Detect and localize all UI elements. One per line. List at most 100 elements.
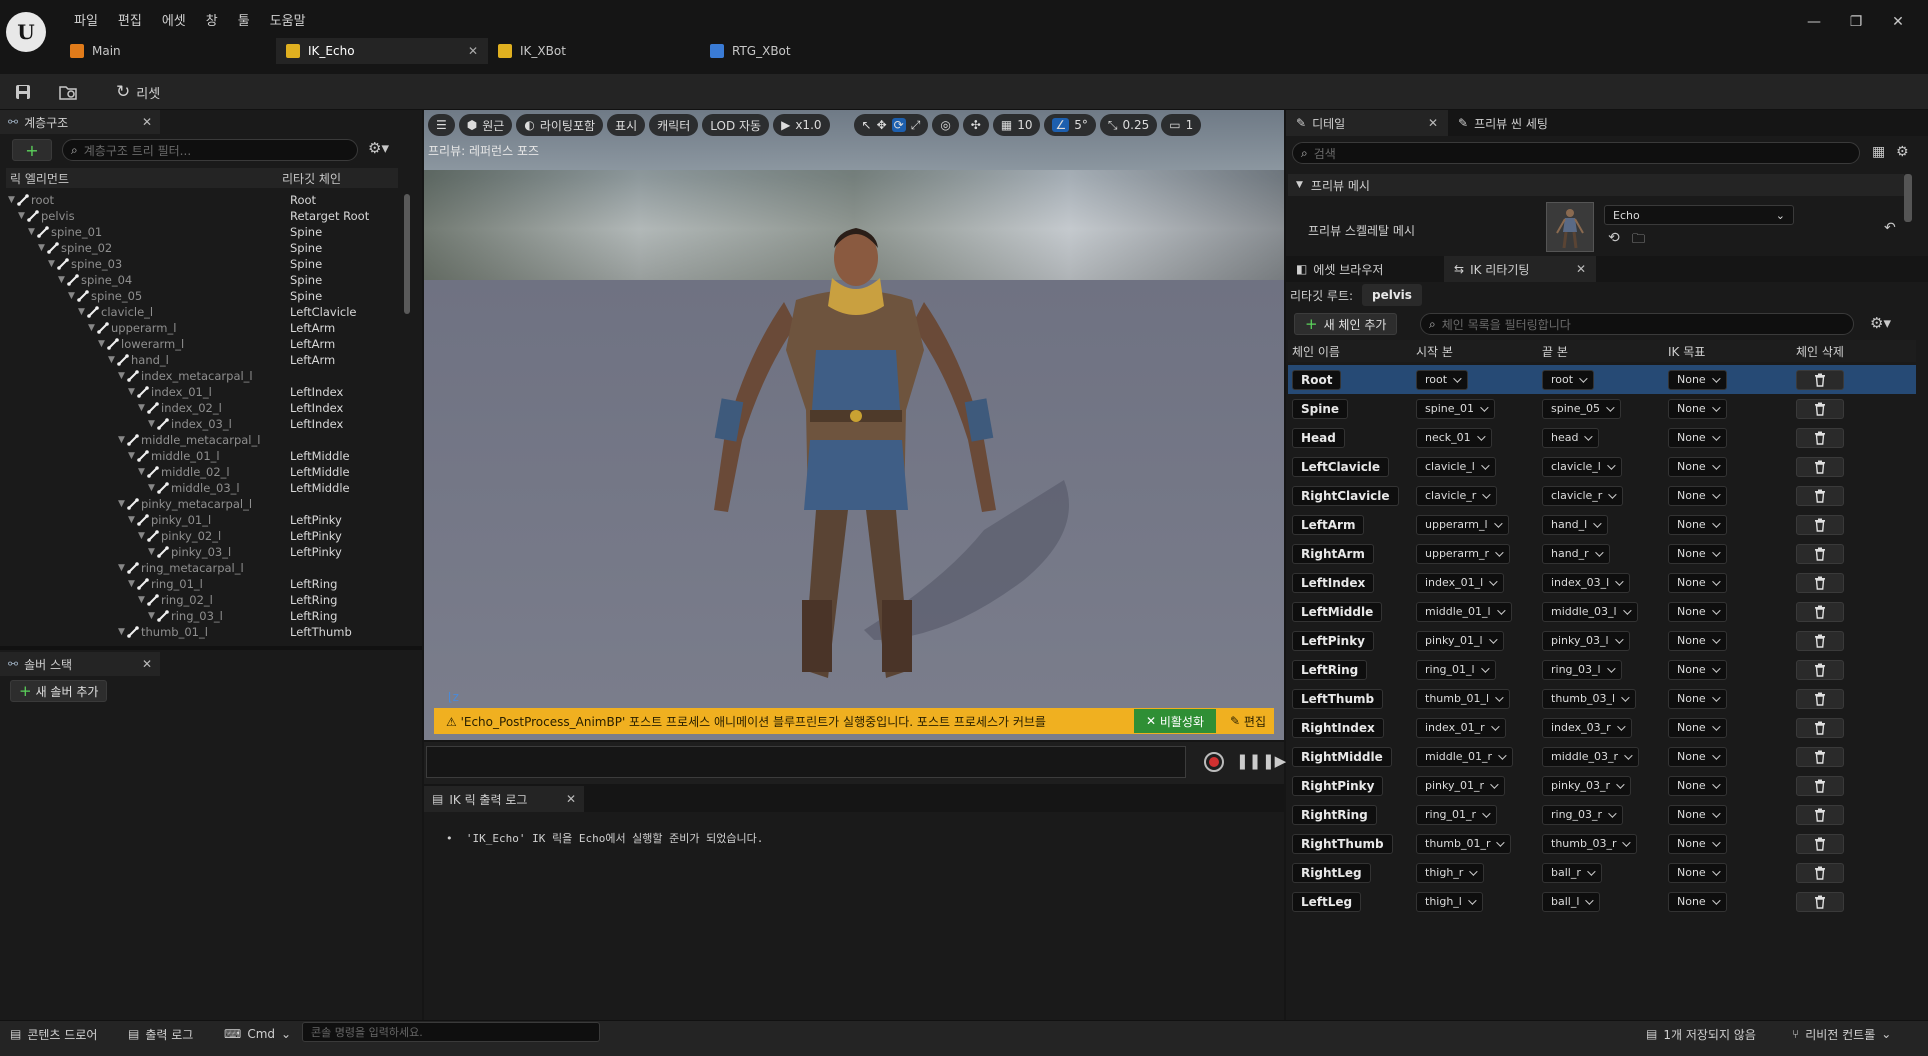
start-bone-dropdown[interactable]: root <box>1416 369 1469 390</box>
expand-arrow-icon[interactable]: ▼ <box>118 371 127 381</box>
end-bone-dropdown[interactable]: head <box>1542 427 1600 448</box>
ik-goal-dropdown[interactable]: None <box>1668 601 1727 622</box>
chain-row[interactable]: RightClavicle clavicle_r clavicle_r None <box>1288 481 1916 510</box>
tree-row[interactable]: ▼ index_01_l LeftIndex <box>8 384 408 400</box>
delete-chain-button[interactable] <box>1796 601 1844 622</box>
expand-arrow-icon[interactable]: ▼ <box>148 547 157 557</box>
expand-arrow-icon[interactable]: ▼ <box>38 243 47 253</box>
col-ik-goal[interactable]: IK 목표 <box>1668 343 1705 360</box>
expand-arrow-icon[interactable]: ▼ <box>128 579 137 589</box>
add-chain-button[interactable]: + 새 체인 추가 <box>1294 313 1398 335</box>
settings-gear-icon[interactable]: ⚙ <box>1896 144 1909 160</box>
start-bone-dropdown[interactable]: neck_01 <box>1416 427 1492 448</box>
save-icon[interactable] <box>14 79 32 105</box>
expand-arrow-icon[interactable]: ▼ <box>118 563 127 573</box>
tree-row[interactable]: ▼ spine_04 Spine <box>8 272 408 288</box>
scale-snap-button[interactable]: ⤡ 0.25 <box>1099 114 1158 136</box>
select-icon[interactable]: ↖ <box>862 118 872 132</box>
details-search-input[interactable]: ⌕ 검색 <box>1292 142 1860 164</box>
expand-arrow-icon[interactable]: ▼ <box>68 291 77 301</box>
tree-row[interactable]: ▼ spine_05 Spine <box>8 288 408 304</box>
character-button[interactable]: 캐릭터 <box>649 114 699 136</box>
chain-name-field[interactable]: LeftArm <box>1292 514 1365 535</box>
expand-arrow-icon[interactable]: ▼ <box>148 419 157 429</box>
timeline-track[interactable] <box>426 746 1186 778</box>
ik-goal-dropdown[interactable]: None <box>1668 891 1727 912</box>
start-bone-dropdown[interactable]: thigh_l <box>1416 891 1483 912</box>
col-delete-chain[interactable]: 체인 삭제 <box>1796 343 1844 360</box>
ik-goal-dropdown[interactable]: None <box>1668 688 1727 709</box>
edit-postprocess-button[interactable]: ✎ 편집 <box>1222 709 1274 733</box>
ik-goal-dropdown[interactable]: None <box>1668 862 1727 883</box>
delete-chain-button[interactable] <box>1796 485 1844 506</box>
chain-row[interactable]: RightMiddle middle_01_r middle_03_r None <box>1288 742 1916 771</box>
col-retarget-chain[interactable]: 리타깃 체인 <box>282 170 341 187</box>
use-selected-icon[interactable]: ⟲ <box>1608 230 1620 246</box>
ik-goal-dropdown[interactable]: None <box>1668 398 1727 419</box>
chain-row[interactable]: RightLeg thigh_r ball_r None <box>1288 858 1916 887</box>
chain-name-field[interactable]: LeftPinky <box>1292 630 1374 651</box>
pause-icon[interactable]: ❚❚ <box>1236 752 1261 770</box>
end-bone-dropdown[interactable]: ball_l <box>1542 891 1601 912</box>
chain-name-field[interactable]: LeftMiddle <box>1292 601 1383 622</box>
chain-row[interactable]: LeftIndex index_01_l index_03_l None <box>1288 568 1916 597</box>
revision-control-button[interactable]: ⑂ 리비전 컨트롤 ⌄ <box>1792 1024 1891 1044</box>
record-icon[interactable] <box>1204 752 1224 772</box>
tree-row[interactable]: ▼ hand_l LeftArm <box>8 352 408 368</box>
output-log-button[interactable]: ▤ 출력 로그 <box>128 1024 193 1044</box>
tree-row[interactable]: ▼ thumb_01_l LeftThumb <box>8 624 408 640</box>
delete-chain-button[interactable] <box>1796 891 1844 912</box>
tab-main[interactable]: Main <box>60 38 276 64</box>
delete-chain-button[interactable] <box>1796 688 1844 709</box>
menu-file[interactable]: 파일 <box>64 10 108 29</box>
menu-window[interactable]: 창 <box>196 10 228 29</box>
delete-chain-button[interactable] <box>1796 369 1844 390</box>
delete-chain-button[interactable] <box>1796 398 1844 419</box>
start-bone-dropdown[interactable]: thigh_r <box>1416 862 1485 883</box>
tab-solver-stack[interactable]: ⚯ 솔버 스택 ✕ <box>0 652 160 676</box>
expand-arrow-icon[interactable]: ▼ <box>118 499 127 509</box>
expand-arrow-icon[interactable]: ▼ <box>138 531 147 541</box>
end-bone-dropdown[interactable]: ring_03_r <box>1542 804 1624 825</box>
world-local-button[interactable]: ◎ <box>932 114 959 136</box>
viewport-menu-button[interactable]: ☰ <box>428 114 455 136</box>
add-solver-button[interactable]: + 새 솔버 추가 <box>10 680 108 702</box>
delete-chain-button[interactable] <box>1796 833 1844 854</box>
expand-arrow-icon[interactable]: ▼ <box>78 307 87 317</box>
hierarchy-search-input[interactable]: ⌕ 계층구조 트리 필터... <box>62 139 358 161</box>
tree-row[interactable]: ▼ pinky_03_l LeftPinky <box>8 544 408 560</box>
tree-row[interactable]: ▼ clavicle_l LeftClavicle <box>8 304 408 320</box>
start-bone-dropdown[interactable]: thumb_01_l <box>1416 688 1511 709</box>
start-bone-dropdown[interactable]: ring_01_r <box>1416 804 1498 825</box>
start-bone-dropdown[interactable]: middle_01_l <box>1416 601 1512 622</box>
tab-ik-retargeting[interactable]: ⇆ IK 리타기팅 ✕ <box>1444 256 1596 282</box>
tree-row[interactable]: ▼ middle_01_l LeftMiddle <box>8 448 408 464</box>
expand-arrow-icon[interactable]: ▼ <box>148 483 157 493</box>
ik-goal-dropdown[interactable]: None <box>1668 485 1727 506</box>
ik-goal-dropdown[interactable]: None <box>1668 369 1727 390</box>
expand-arrow-icon[interactable]: ▼ <box>8 195 17 205</box>
ik-goal-dropdown[interactable]: None <box>1668 804 1727 825</box>
lod-button[interactable]: LOD 자동 <box>702 114 770 136</box>
delete-chain-button[interactable] <box>1796 427 1844 448</box>
minimize-icon[interactable]: — <box>1802 14 1826 34</box>
tab-ik-echo[interactable]: IK_Echo ✕ <box>276 38 488 64</box>
mesh-thumbnail[interactable] <box>1546 202 1594 252</box>
expand-arrow-icon[interactable]: ▼ <box>28 227 37 237</box>
tree-row[interactable]: ▼ middle_02_l LeftMiddle <box>8 464 408 480</box>
preview-viewport[interactable]: ☰ ⬢ 원근 ◐ 라이팅포함 표시 캐릭터 LOD 자동 ▶ x1.0 ↖ ✥ ⟳ ⤢… <box>424 110 1284 740</box>
end-bone-dropdown[interactable]: ball_r <box>1542 862 1602 883</box>
chain-row[interactable]: RightPinky pinky_01_r pinky_03_r None <box>1288 771 1916 800</box>
settings-gear-icon[interactable]: ⚙▾ <box>1870 314 1891 332</box>
chain-row[interactable]: Root root root None <box>1288 365 1916 394</box>
end-bone-dropdown[interactable]: clavicle_r <box>1542 485 1624 506</box>
ik-goal-dropdown[interactable]: None <box>1668 717 1727 738</box>
close-tab-icon[interactable]: ✕ <box>566 792 576 806</box>
unsaved-indicator[interactable]: ▤ 1개 저장되지 않음 <box>1646 1024 1756 1044</box>
chain-name-field[interactable]: RightMiddle <box>1292 746 1392 767</box>
playback-speed-button[interactable]: ▶ x1.0 <box>773 114 830 136</box>
chain-row[interactable]: RightRing ring_01_r ring_03_r None <box>1288 800 1916 829</box>
tree-scrollbar[interactable] <box>404 194 410 314</box>
reset-to-default-icon[interactable]: ↶ <box>1884 220 1896 236</box>
tab-preview-scene-settings[interactable]: ✎ 프리뷰 씬 세팅 <box>1448 110 1558 136</box>
